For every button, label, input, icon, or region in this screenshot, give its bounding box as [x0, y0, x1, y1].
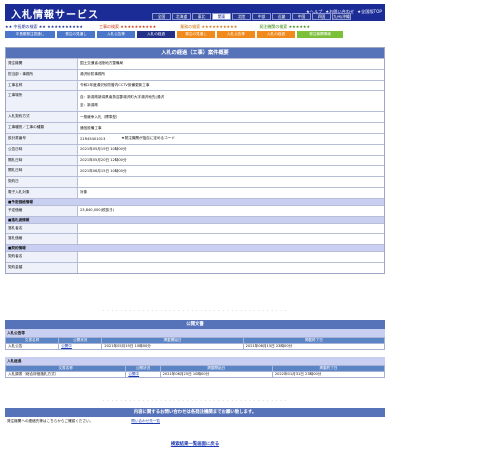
bidder-section-heading: ■落札者情報: [6, 215, 384, 223]
field-label: 担当部・事務所: [6, 69, 78, 80]
field-label: 工事場所: [6, 91, 78, 112]
section-construction-label: 工事の検索 ★★★★★★★★★★: [99, 24, 157, 29]
field-value-line: 至：新潟県: [80, 102, 98, 107]
field-value: 対象: [80, 190, 88, 195]
table-cell: 2021年06月15日 23時00分: [242, 343, 386, 350]
search-section-labels: ★★ 中長期の検索 ★★ ★★★★★★★★★★ 工事の検索 ★★★★★★★★★★…: [5, 24, 385, 30]
app-title: 入札情報サービス: [11, 10, 99, 21]
field-value: 令和2年度湯沢砂防管内CCTV設備更新工事: [80, 82, 150, 87]
contract-amount-label: 契約金額: [6, 262, 78, 273]
field-label: 工事名称: [6, 80, 78, 91]
field-label: 電子入札対象: [6, 187, 78, 198]
back-to-results-link[interactable]: 検索結果一覧画面に戻る: [0, 441, 390, 447]
field-value-line: 自：新潟県新潟県南魚沼郡湯沢町大字湯沢地先(湯沢: [80, 94, 165, 99]
table-cell: 2022年01月31日 23時00分: [271, 371, 386, 378]
region-tab[interactable]: 九州/沖縄: [332, 13, 351, 20]
region-tab[interactable]: 近畿: [272, 13, 291, 20]
field-label: 開札日時: [6, 166, 78, 177]
field-label: 工事種別／工事の種類: [6, 123, 78, 133]
contact-section: 内容に関するお問い合わせは各発注機関までお願い致します。 発注機関への連絡先等は…: [5, 408, 385, 425]
table-cell: 入札調書（総合評価落札方式）: [4, 371, 127, 378]
document-status-link[interactable]: 公開中: [58, 343, 103, 350]
field-label: 発注機関: [6, 59, 78, 69]
field-value: 通信設備工事: [80, 125, 102, 130]
bidder-name-label: 落札者名: [6, 223, 78, 234]
document-section-heading: 入札経過: [5, 357, 385, 365]
search-tab[interactable]: 入札公告等: [217, 31, 255, 38]
field-value: 2021年06月15日 10時00分: [80, 168, 127, 173]
case-summary-title: 入札の経過（工事）案件概要: [6, 48, 384, 58]
region-tabs: 全国 北海道 東北 関東 北陸 中部 近畿 中国 四国 九州/沖縄: [152, 13, 351, 20]
case-summary-table: 入札の経過（工事）案件概要 発注機関 国土交通省北陸地方整備局 担当部・事務所 湯沢砂…: [5, 47, 385, 274]
contractor-name-label: 契約者名: [6, 252, 78, 262]
document-table: 文書名称 公開状況 掲載開始日 掲載終了日 入札調書（総合評価落札方式） 公開中 2021年…: [4, 365, 386, 378]
public-documents: 公開文書 入札公告等 文書名称 公開状況 掲載開始日 掲載終了日 入札公告 公開中 2021年…: [4, 320, 386, 385]
field-value: 自：新潟県新潟県南魚沼郡湯沢町大字湯沢地先(湯沢 至：新潟県: [78, 91, 384, 111]
field-value: 湯沢砂防事務所: [80, 72, 106, 77]
field-label: 入札契約方式: [6, 112, 78, 123]
contact-title: 内容に関するお問い合わせは各発注機関までお願い致します。: [5, 408, 385, 417]
field-value: 2021年05月19日 10時00分: [80, 147, 127, 152]
contractor-name-value: [78, 252, 384, 262]
search-tab[interactable]: 入札の経過: [137, 31, 175, 38]
region-tab[interactable]: 北陸: [232, 13, 251, 20]
estimate-value: 23,840,000(税抜き): [80, 208, 115, 213]
region-tab[interactable]: 全国: [152, 13, 171, 20]
region-tab[interactable]: 北海道: [172, 13, 191, 20]
divider: - - - - - - - - - - - - - - - - - - - - …: [102, 308, 288, 312]
search-tabs: 中長期発注見通し 発注の見通し 入札公告等 入札の経過 発注の見通し 入札公告等 入札の経過…: [5, 31, 385, 38]
table-cell: 2021年05月19日 10時00分: [101, 343, 244, 350]
public-documents-title: 公開文書: [5, 320, 385, 329]
table-row: 入札調書（総合評価落札方式） 公開中 2021年06月25日 10時00分 2022年…: [4, 371, 386, 378]
table-cell: 入札公告: [4, 343, 60, 350]
field-value: 国土交通省北陸地方整備局: [80, 61, 124, 66]
region-tab[interactable]: 関東: [212, 13, 231, 20]
section-midterm-label: ★★ 中長期の検索 ★★ ★★★★★★★★★★: [5, 24, 84, 29]
contract-amount-value: [78, 263, 384, 273]
search-tab[interactable]: 入札の経過: [257, 31, 295, 38]
region-tab[interactable]: 四国: [312, 13, 331, 20]
contact-list-link[interactable]: 問い合わせ先一覧: [131, 419, 160, 424]
document-section-heading: 入札公告等: [5, 329, 385, 337]
divider: - - - - - - - - - - - - - - - - - - - - …: [102, 398, 288, 402]
field-label: 契約日: [6, 177, 78, 187]
search-tab[interactable]: 発注機関情報: [297, 31, 343, 38]
contract-section-heading: ■契約情報: [6, 244, 384, 252]
field-note: ★発注機関が独自に定めるコード: [121, 136, 175, 141]
estimate-section-heading: ■予定価格情報: [6, 197, 384, 205]
bid-price-value: [78, 234, 384, 244]
section-service-label: 業務の検索 ★★★★★★★★★★: [180, 24, 238, 29]
document-table: 文書名称 公開状況 掲載開始日 掲載終了日 入札公告 公開中 2021年05月19日 10時…: [4, 337, 386, 350]
region-tab[interactable]: 東北: [192, 13, 211, 20]
field-value: 2021年05月20日 12時00分: [80, 157, 127, 162]
contact-text: 発注機関への連絡先等はこちらからご確認ください。: [7, 418, 94, 423]
search-tab[interactable]: 入札公告等: [97, 31, 135, 38]
field-value: 21R45401013: [80, 136, 106, 141]
field-label: 公告日時: [6, 144, 78, 155]
document-status-link[interactable]: 公開中: [125, 371, 161, 378]
search-tab[interactable]: 発注の見通し: [57, 31, 95, 38]
table-cell: 2021年06月25日 10時00分: [159, 371, 273, 378]
table-row: 入札公告 公開中 2021年05月19日 10時00分 2021年06月15日 23時…: [4, 343, 386, 350]
region-tab[interactable]: 中部: [252, 13, 271, 20]
bidder-name-value: [78, 224, 384, 234]
estimate-label: 予定価格: [6, 205, 78, 216]
field-label: 開札日時: [6, 155, 78, 166]
bid-price-label: 落札価格: [6, 234, 78, 245]
search-tab[interactable]: 発注の見通し: [177, 31, 215, 38]
field-label: 設計書番号: [6, 133, 78, 144]
field-value: 一般競争入札（標準型）: [80, 114, 120, 119]
search-tab[interactable]: 中長期発注見通し: [5, 31, 55, 38]
section-organization-label: 発注機関の検索 ★★★★★★: [259, 24, 311, 29]
region-tab[interactable]: 中国: [292, 13, 311, 20]
national-top-link[interactable]: ★全国版TOP: [357, 9, 382, 15]
